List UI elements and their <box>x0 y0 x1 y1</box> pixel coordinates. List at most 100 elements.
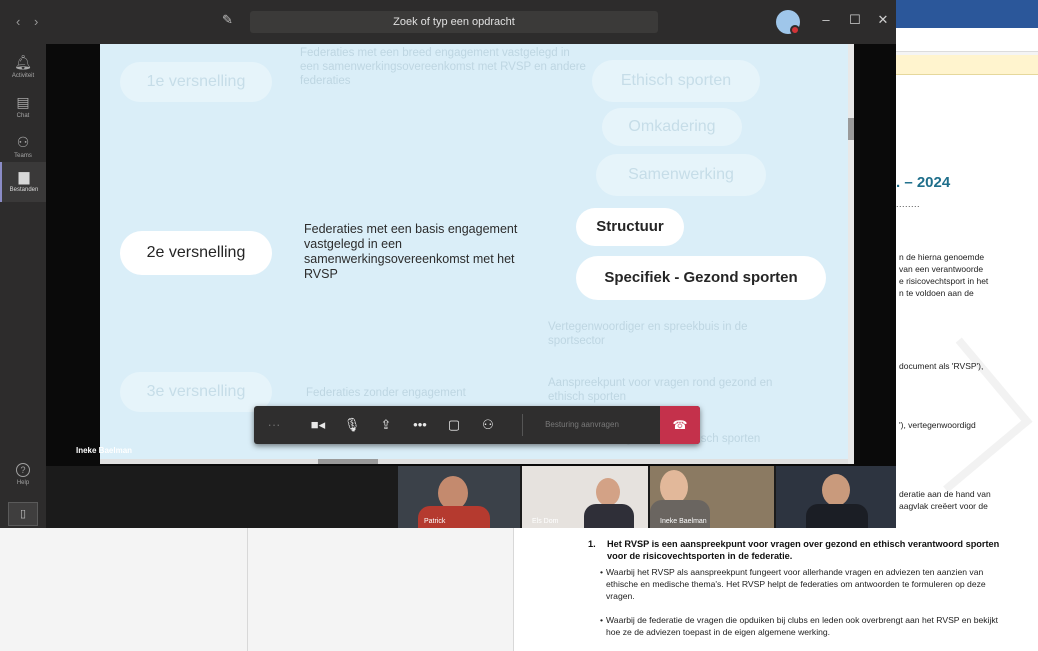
participant-face <box>438 476 468 510</box>
word-message-bar <box>896 55 1038 75</box>
document-paragraph-line: e risicovechtsport in het <box>899 276 989 286</box>
slide-pill-label: Structuur <box>596 218 664 235</box>
document-paragraph-line: deratie aan de hand van <box>899 489 991 499</box>
document-paragraph-line: n de hierna genoemde <box>899 252 985 262</box>
slide-pill-label: Ethisch sporten <box>620 72 732 89</box>
bullet-item: • Waarbij het RVSP als aanspreekpunt fun… <box>600 566 1010 602</box>
document-paragraph-line: n te voldoen aan de <box>899 288 974 298</box>
bell-icon: 🔔︎ <box>14 54 32 70</box>
slide-pill-specifiek-gezond-sporten: Specifiek - Gezond sporten <box>576 256 826 300</box>
participant-video-tile[interactable] <box>776 466 896 528</box>
camera-icon[interactable]: ■◂ <box>302 406 334 444</box>
bullet-item: • Waarbij de federatie de vragen die opd… <box>600 614 1010 638</box>
horizontal-scrollbar-thumb[interactable] <box>318 459 378 464</box>
slide-pill-label: Omkadering <box>628 118 716 135</box>
slide-pill-label: 2e versnelling <box>146 244 246 261</box>
document-title: . – 2024 <box>896 174 951 191</box>
hang-up-button[interactable]: ☎ <box>660 406 700 444</box>
teams-window: ‹ › ✎ Zoek of typ een opdracht – ☐ ✕ 🔔︎ … <box>0 0 896 528</box>
document-dotted-line: ........ <box>896 199 921 209</box>
participant-name: Els Dom <box>532 518 559 525</box>
slide-pill-label: Samenwerking <box>628 166 734 183</box>
participant-face <box>596 478 620 506</box>
chevron-right-icon[interactable]: › <box>34 14 38 29</box>
help-icon: ? <box>16 463 30 477</box>
slide-pill-2e-versnelling: 2e versnelling <box>120 231 272 275</box>
slide-pill-label: Specifiek - Gezond sporten <box>604 269 798 286</box>
maximize-icon[interactable]: ☐ <box>847 12 863 28</box>
numbered-item-text: Het RVSP is een aanspreekpunt voor vrage… <box>607 539 1000 561</box>
chat-icon: ▤ <box>16 94 30 110</box>
rail-item-chat[interactable]: ▤ Chat <box>0 88 46 128</box>
slide-description: Federaties zonder engagement <box>306 387 466 399</box>
teams-icon: ⚇ <box>16 134 30 150</box>
shared-slide: 1e versnelling Federaties met een breed … <box>100 44 852 460</box>
slide-description: Federaties met een basis engagement vast… <box>304 222 518 281</box>
participant-face <box>822 474 850 506</box>
document-margin <box>248 528 514 651</box>
app-rail: 🔔︎ Activiteit ▤ Chat ⚇ Teams ▆ Bestanden… <box>0 44 46 528</box>
file-icon: ▆ <box>18 168 30 184</box>
slide-description: Federaties met een breed engagement vast… <box>300 47 586 87</box>
rail-item-label: Help <box>16 480 30 486</box>
desktop: . – 2024 ........ n de hierna genoemde v… <box>0 0 1038 651</box>
mic-off-icon[interactable]: 🎙︎ <box>336 406 368 444</box>
rail-item-label: Teams <box>14 153 32 159</box>
navigation-pane <box>8 528 248 651</box>
horizontal-scrollbar[interactable] <box>100 459 848 464</box>
close-icon[interactable]: ✕ <box>875 12 891 28</box>
slide-description: Vertegenwoordiger en spreekbuis in de sp… <box>548 321 748 347</box>
presence-status-icon <box>790 25 800 35</box>
meeting-controls: ··· ■◂ 🎙︎ ⇪ ••• ▢ ⚇ Besturing aanvragen … <box>254 406 700 444</box>
minimize-icon[interactable]: – <box>818 12 834 27</box>
conversation-icon[interactable]: ▢ <box>438 406 470 444</box>
document-paragraph-line: '), vertegenwoordigd <box>899 420 976 430</box>
participant-name: Patrick <box>424 518 446 525</box>
chevron-left-icon[interactable]: ‹ <box>16 14 20 29</box>
rail-item-files[interactable]: ▆ Bestanden <box>0 162 46 202</box>
slide-pill-ethisch-sporten: Ethisch sporten <box>592 60 760 102</box>
numbered-item-number: 1. <box>588 539 596 549</box>
document-paragraph-line: document als 'RVSP'), <box>899 361 984 371</box>
slide-pill-label: 1e versnelling <box>146 73 246 90</box>
document-paragraph-line: van een verantwoorde <box>899 264 984 274</box>
word-toolbar[interactable] <box>896 28 1038 52</box>
bullet-text: Waarbij het RVSP als aanspreekpunt funge… <box>606 567 986 601</box>
call-timer-icon: ··· <box>267 417 281 432</box>
rail-item-help[interactable]: ? Help <box>0 460 46 486</box>
share-screen-icon[interactable]: ⇪ <box>370 406 402 444</box>
toolbar-divider <box>522 414 523 436</box>
participant-name: Ineke Baelman <box>660 518 707 525</box>
slide-description: Aanspreekpunt voor vragen rond gezond en… <box>548 377 773 403</box>
slide-pill-structuur: Structuur <box>576 208 684 246</box>
rail-item-label: Chat <box>16 113 30 119</box>
teams-titlebar: ‹ › ✎ Zoek of typ een opdracht – ☐ ✕ <box>0 0 896 44</box>
numbered-item: 1. Het RVSP is een aanspreekpunt voor vr… <box>588 538 1008 562</box>
participant-face <box>660 470 688 504</box>
participant-body <box>806 504 868 528</box>
presenter-name: Ineke Baelman <box>76 446 133 455</box>
device-icon[interactable]: ▯ <box>8 502 38 526</box>
word-ribbon[interactable] <box>896 0 1038 28</box>
slide-pill-omkadering: Omkadering <box>602 108 742 146</box>
vertical-scrollbar-thumb[interactable] <box>848 118 854 140</box>
rail-item-label: Bestanden <box>9 187 39 193</box>
document-paragraph-line: aagvlak creëert voor de <box>899 501 988 511</box>
shared-screen-stage: 1e versnelling Federaties met een breed … <box>46 44 896 466</box>
more-options-icon[interactable]: ••• <box>404 406 436 444</box>
slide-pill-1e-versnelling: 1e versnelling <box>120 62 272 102</box>
search-input[interactable]: Zoek of typ een opdracht <box>250 11 658 33</box>
participants-icon[interactable]: ⚇ <box>472 406 504 444</box>
participant-video-tile[interactable]: Ineke Baelman <box>650 466 774 528</box>
participant-video-tile[interactable]: Els Dom <box>522 466 648 528</box>
participant-video-tile[interactable]: Patrick <box>398 466 520 528</box>
compose-icon[interactable]: ✎ <box>222 12 238 28</box>
bullet-icon: • <box>600 567 604 577</box>
rail-item-label: Activiteit <box>11 73 35 79</box>
vertical-scrollbar[interactable] <box>848 44 854 464</box>
slide-pill-samenwerking: Samenwerking <box>596 154 766 196</box>
request-control-button[interactable]: Besturing aanvragen <box>528 406 636 444</box>
bullet-icon: • <box>600 615 604 625</box>
slide-pill-label: 3e versnelling <box>146 383 246 400</box>
rail-item-activity[interactable]: 🔔︎ Activiteit <box>0 48 46 88</box>
